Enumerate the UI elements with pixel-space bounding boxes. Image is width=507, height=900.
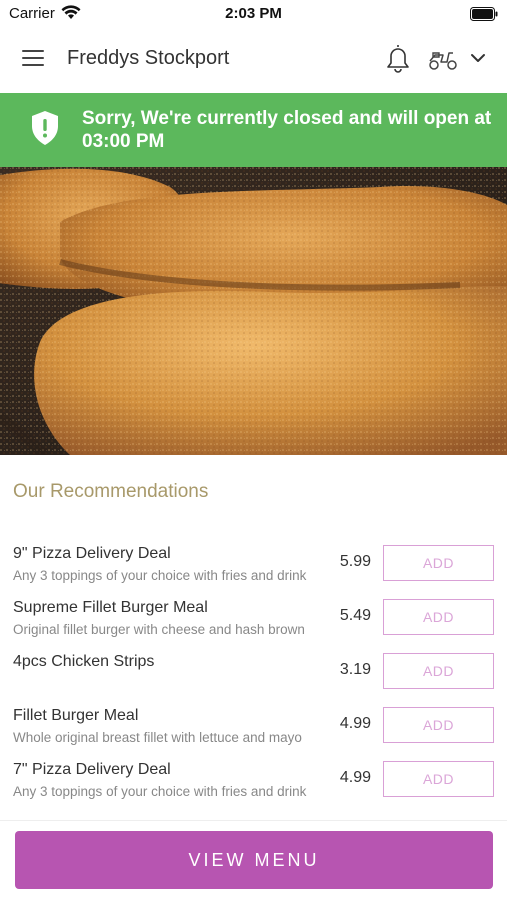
store-name: Freddys Stockport [67, 47, 230, 69]
item-price: 5.99 [339, 553, 371, 570]
item-description: Any 3 toppings of your choice with fries… [13, 784, 307, 799]
list-item[interactable]: 4pcs Chicken Strips 3.19 ADD [0, 643, 507, 697]
item-description: Any 3 toppings of your choice with fries… [13, 568, 307, 583]
list-item[interactable]: 9" Pizza Delivery Deal Any 3 toppings of… [0, 535, 507, 589]
recommendations-list: 9" Pizza Delivery Deal Any 3 toppings of… [0, 535, 507, 805]
status-bar: Carrier 2:03 PM [0, 0, 507, 28]
view-menu-button[interactable]: VIEW MENU [15, 831, 493, 889]
list-item[interactable]: 7" Pizza Delivery Deal Any 3 toppings of… [0, 751, 507, 805]
item-price: 3.19 [339, 661, 371, 678]
add-button[interactable]: ADD [383, 545, 494, 581]
chevron-down-icon[interactable] [470, 51, 486, 65]
closed-banner: Sorry, We're currently closed and will o… [0, 93, 507, 167]
item-name: Fillet Burger Meal [13, 707, 139, 724]
item-name: 9" Pizza Delivery Deal [13, 545, 171, 562]
divider [0, 820, 507, 821]
add-button[interactable]: ADD [383, 707, 494, 743]
bell-icon[interactable] [385, 43, 411, 73]
list-item[interactable]: Supreme Fillet Burger Meal Original fill… [0, 589, 507, 643]
menu-icon[interactable] [22, 50, 46, 70]
battery-icon [470, 7, 498, 21]
add-button[interactable]: ADD [383, 761, 494, 797]
add-button[interactable]: ADD [383, 653, 494, 689]
item-price: 5.49 [339, 607, 371, 624]
item-price: 4.99 [339, 769, 371, 786]
closed-message: Sorry, We're currently closed and will o… [82, 108, 492, 152]
item-name: Supreme Fillet Burger Meal [13, 599, 208, 616]
status-time: 2:03 PM [225, 5, 282, 22]
recommendations-title: Our Recommendations [13, 481, 209, 502]
item-price: 4.99 [339, 715, 371, 732]
add-button[interactable]: ADD [383, 599, 494, 635]
item-description: Original fillet burger with cheese and h… [13, 622, 305, 637]
app-header: Freddys Stockport [0, 28, 507, 92]
scooter-icon[interactable] [427, 47, 459, 71]
shield-icon [32, 111, 58, 145]
item-name: 4pcs Chicken Strips [13, 653, 155, 670]
list-item[interactable]: Fillet Burger Meal Whole original breast… [0, 697, 507, 751]
hero-image [0, 167, 507, 455]
item-description: Whole original breast fillet with lettuc… [13, 730, 302, 745]
item-name: 7" Pizza Delivery Deal [13, 761, 171, 778]
